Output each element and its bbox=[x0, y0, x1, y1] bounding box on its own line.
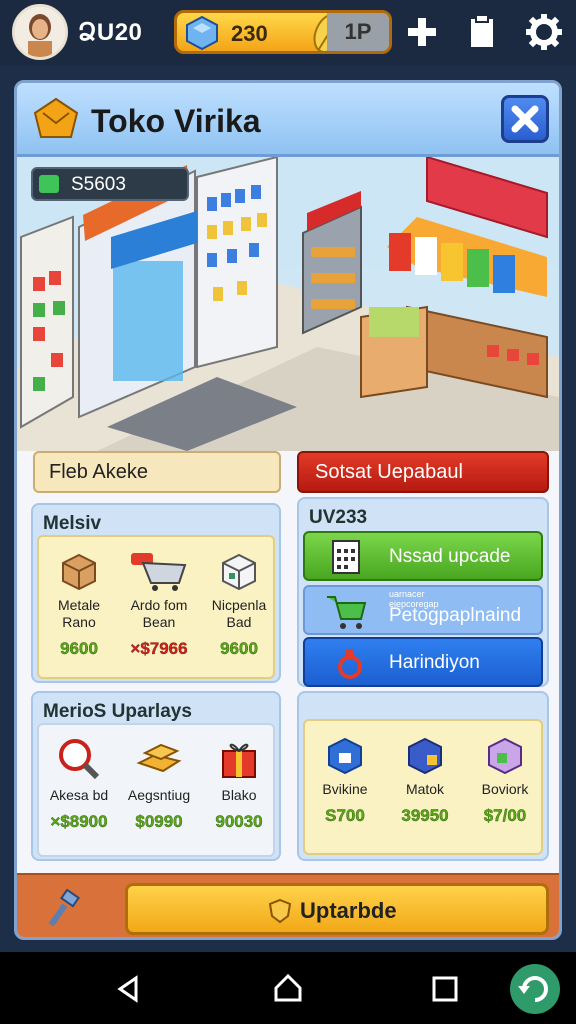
item-name: Akesa bd bbox=[49, 787, 109, 803]
section-a-title: Melsiv bbox=[43, 513, 102, 534]
section-c-title: MerioS Uparlays bbox=[43, 701, 192, 722]
item-price: 90030 bbox=[215, 812, 263, 831]
purple-box-icon bbox=[488, 737, 522, 775]
cart-icon bbox=[131, 553, 187, 591]
item-price: $7/00 bbox=[483, 806, 527, 825]
shop-item[interactable]: Metale Rano 9600 bbox=[39, 551, 119, 659]
section-d: Bvikine S700 Matok 39950 Boviork $7/00 bbox=[297, 691, 549, 861]
section-d-items: Bvikine S700 Matok 39950 Boviork $7/00 bbox=[303, 719, 543, 855]
magnifier-icon bbox=[59, 739, 100, 780]
shop-item[interactable]: Matok 39950 bbox=[385, 735, 465, 826]
item-name: Bvikine bbox=[322, 781, 368, 797]
item-name: Matok bbox=[405, 781, 445, 797]
box-icon bbox=[62, 553, 96, 591]
shop-item[interactable]: Bvikine S700 bbox=[305, 735, 385, 826]
item-name: Blako bbox=[221, 787, 257, 803]
item-name: Boviork bbox=[481, 781, 529, 797]
tab-right-label: Sotsat Uepabaul bbox=[315, 461, 463, 483]
tab-left[interactable]: Fleb Akeke bbox=[33, 451, 281, 493]
shop-item[interactable]: Nicpenla Bad 9600 bbox=[199, 551, 279, 659]
crate-icon bbox=[408, 737, 442, 775]
shop-item[interactable]: Ardo fom Bean ×$7966 bbox=[119, 551, 199, 659]
cube-icon bbox=[222, 553, 256, 591]
upgrade-option-label: Petogpaplnaind bbox=[389, 605, 522, 626]
scene-money: S5603 bbox=[71, 174, 126, 195]
upgrade-option-button[interactable]: uarnacer eiepcoregap Petogpaplnaind bbox=[303, 585, 543, 635]
item-name: Aegsntiug bbox=[127, 787, 191, 803]
cash-icon bbox=[39, 175, 59, 193]
level-value: 1P bbox=[327, 13, 389, 51]
shop-item[interactable]: Aegsntiug $0990 bbox=[119, 737, 199, 832]
store-illustration bbox=[17, 157, 559, 451]
plus-icon[interactable] bbox=[402, 12, 442, 52]
shop-icon bbox=[33, 97, 79, 138]
close-button[interactable] bbox=[501, 95, 549, 143]
currency-amount: 230 bbox=[231, 21, 268, 46]
store-scene[interactable]: S5603 bbox=[17, 157, 559, 451]
item-name: Ardo fom Bean bbox=[130, 597, 188, 630]
currency-display[interactable]: 230 1P bbox=[174, 10, 392, 54]
upgrade-button-label: Uptarbde bbox=[300, 898, 397, 923]
item-price: 39950 bbox=[401, 806, 449, 825]
tab-right[interactable]: Sotsat Uepabaul bbox=[297, 451, 549, 493]
item-name: Metale Rano bbox=[57, 597, 101, 630]
section-a: Melsiv Metale Rano 9600 Ardo fom Bean ×$… bbox=[31, 503, 281, 683]
cart-icon bbox=[327, 596, 367, 629]
shop-item[interactable]: Boviork $7/00 bbox=[465, 735, 545, 826]
hammer-icon[interactable] bbox=[43, 889, 83, 929]
gift-icon bbox=[222, 743, 256, 778]
player-name: ՁU20 bbox=[78, 19, 143, 46]
item-price: $0990 bbox=[135, 812, 183, 831]
upgrade-button[interactable]: Uptarbde bbox=[125, 883, 549, 935]
close-icon bbox=[511, 105, 539, 133]
upgrade-option-label: Nssad upcade bbox=[389, 546, 511, 567]
item-price: ×$8900 bbox=[50, 812, 108, 831]
item-price: 9600 bbox=[220, 639, 258, 658]
blue-box-icon bbox=[328, 737, 362, 775]
item-price: ×$7966 bbox=[130, 639, 188, 658]
panel-footer: Uptarbde bbox=[17, 873, 559, 937]
tab-left-label: Fleb Akeke bbox=[49, 461, 148, 483]
item-price: S700 bbox=[325, 806, 365, 825]
panel-title: Toko Virika bbox=[91, 103, 261, 139]
gear-icon[interactable] bbox=[524, 12, 564, 52]
section-b: UV233 Nssad upcade uarnacer eiepcoregap … bbox=[297, 497, 549, 687]
calculator-icon bbox=[332, 540, 360, 574]
scene-money-badge: S5603 bbox=[31, 167, 189, 201]
shop-item[interactable]: Blako 90030 bbox=[199, 737, 279, 832]
item-price: 9600 bbox=[60, 639, 98, 658]
system-navbar bbox=[0, 952, 576, 1024]
refresh-button[interactable] bbox=[510, 964, 560, 1014]
shop-panel: Toko Virika S5603 Fleb Akeke Sotsat Uepa… bbox=[14, 80, 562, 940]
shield-icon bbox=[268, 898, 292, 924]
recents-icon[interactable] bbox=[430, 974, 460, 1004]
gold-bars-icon bbox=[136, 743, 182, 773]
shop-item[interactable]: Akesa bd ×$8900 bbox=[39, 737, 119, 832]
gem-icon bbox=[186, 15, 218, 51]
clipboard-icon[interactable] bbox=[462, 12, 502, 52]
upgrade-option-label: Harindiyon bbox=[389, 652, 480, 673]
upgrade-option-button[interactable]: Nssad upcade bbox=[303, 531, 543, 581]
section-b-title: UV233 bbox=[309, 507, 368, 528]
panel-titlebar: Toko Virika bbox=[17, 83, 559, 157]
refresh-icon bbox=[518, 976, 548, 1002]
hanger-icon bbox=[338, 649, 362, 679]
top-bar: ՁU20 230 1P bbox=[0, 0, 576, 66]
upgrade-option-button[interactable]: Harindiyon bbox=[303, 637, 543, 687]
section-a-items: Metale Rano 9600 Ardo fom Bean ×$7966 Ni… bbox=[37, 535, 275, 679]
section-c: MerioS Uparlays Akesa bd ×$8900 Aegsntiu… bbox=[31, 691, 281, 861]
item-name: Nicpenla Bad bbox=[211, 597, 267, 630]
home-icon[interactable] bbox=[272, 972, 304, 1004]
back-icon[interactable] bbox=[114, 974, 144, 1004]
avatar[interactable] bbox=[12, 4, 68, 60]
section-c-items: Akesa bd ×$8900 Aegsntiug $0990 Blako 90… bbox=[37, 723, 275, 857]
